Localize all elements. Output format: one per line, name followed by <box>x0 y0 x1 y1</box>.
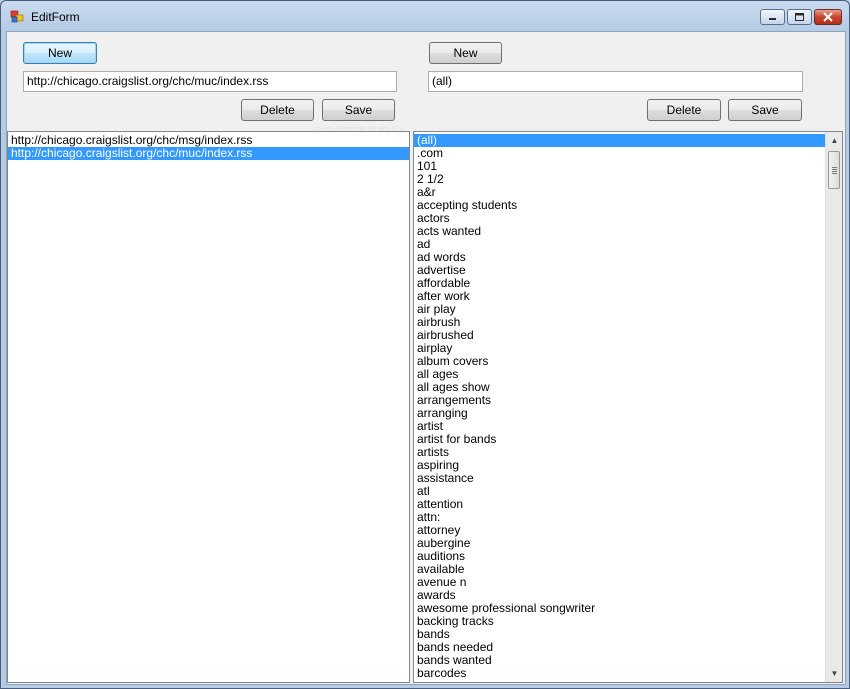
app-icon <box>10 10 24 23</box>
keyword-item[interactable]: backing tracks <box>414 615 825 628</box>
keyword-item[interactable]: attention <box>414 498 825 511</box>
keyword-item[interactable]: acts wanted <box>414 225 825 238</box>
keyword-list-scrollbar[interactable]: ▲ ▼ <box>825 132 842 682</box>
keyword-item[interactable]: .com <box>414 147 825 160</box>
keyword-item[interactable]: after work <box>414 290 825 303</box>
keyword-item[interactable]: advertise <box>414 264 825 277</box>
left-new-button[interactable]: New <box>23 42 97 64</box>
keyword-item[interactable]: album covers <box>414 355 825 368</box>
keyword-item[interactable]: aspiring <box>414 459 825 472</box>
title-bar[interactable]: EditForm <box>1 1 849 31</box>
filter-input[interactable]: (all) <box>428 71 803 92</box>
keyword-item[interactable]: attn: <box>414 511 825 524</box>
keyword-item[interactable]: 2 1/2 <box>414 173 825 186</box>
keyword-item[interactable]: airbrush <box>414 316 825 329</box>
minimize-icon <box>769 18 776 20</box>
maximize-button[interactable] <box>787 9 812 25</box>
keyword-item[interactable]: atl <box>414 485 825 498</box>
right-new-button[interactable]: New <box>429 42 502 64</box>
right-save-button[interactable]: Save <box>728 99 802 121</box>
url-input[interactable]: http://chicago.craigslist.org/chc/muc/in… <box>23 71 397 92</box>
keyword-item[interactable]: ad words <box>414 251 825 264</box>
left-save-button[interactable]: Save <box>322 99 395 121</box>
keyword-item[interactable]: (all) <box>414 134 825 147</box>
scroll-up-arrow-icon[interactable]: ▲ <box>826 132 842 149</box>
keyword-item[interactable]: barcodes <box>414 667 825 680</box>
keyword-item[interactable]: available <box>414 563 825 576</box>
keyword-item[interactable]: bands wanted <box>414 654 825 667</box>
keyword-item[interactable]: air play <box>414 303 825 316</box>
scroll-down-arrow-icon[interactable]: ▼ <box>826 665 842 682</box>
keyword-item[interactable]: affordable <box>414 277 825 290</box>
maximize-icon <box>795 13 804 21</box>
form-client-area: New http://chicago.craigslist.org/chc/mu… <box>6 31 846 685</box>
right-delete-button[interactable]: Delete <box>647 99 721 121</box>
left-delete-button[interactable]: Delete <box>241 99 314 121</box>
keyword-item[interactable]: avenue n <box>414 576 825 589</box>
edit-form-window: EditForm New http://chicago.craigslist.o… <box>0 0 850 689</box>
close-icon <box>823 12 833 22</box>
feed-url-list[interactable]: http://chicago.craigslist.org/chc/msg/in… <box>7 131 410 683</box>
keyword-item[interactable]: ad <box>414 238 825 251</box>
keyword-item[interactable]: 101 <box>414 160 825 173</box>
keyword-item[interactable]: auditions <box>414 550 825 563</box>
keyword-item[interactable]: attorney <box>414 524 825 537</box>
keyword-item[interactable]: arranging <box>414 407 825 420</box>
keyword-item[interactable]: aubergine <box>414 537 825 550</box>
window-title: EditForm <box>31 10 80 24</box>
keyword-item[interactable]: airbrushed <box>414 329 825 342</box>
feed-url-item[interactable]: http://chicago.craigslist.org/chc/muc/in… <box>8 147 409 160</box>
close-button[interactable] <box>814 9 842 25</box>
scroll-thumb[interactable] <box>828 151 840 189</box>
keyword-item[interactable]: artists <box>414 446 825 459</box>
keyword-item[interactable]: assistance <box>414 472 825 485</box>
keyword-list[interactable]: (all) .com 101 2 1/2 a&r accepting students ac… <box>413 131 843 683</box>
keyword-item[interactable]: artist for bands <box>414 433 825 446</box>
minimize-button[interactable] <box>760 9 785 25</box>
keyword-item[interactable]: accepting students <box>414 199 825 212</box>
keyword-item[interactable]: arrangements <box>414 394 825 407</box>
